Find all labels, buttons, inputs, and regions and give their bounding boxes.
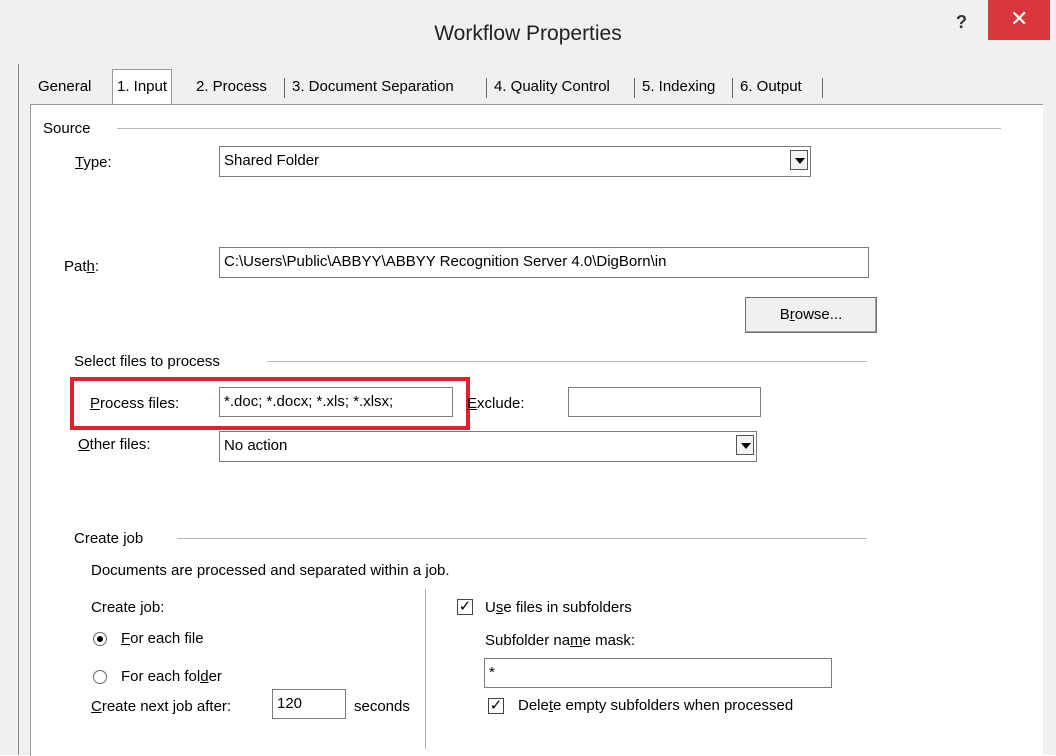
other-files-value: No action <box>224 437 288 454</box>
radio-for-each-file-label[interactable]: For each file <box>121 630 204 647</box>
tab-quality-control[interactable]: 4. Quality Control <box>494 72 610 102</box>
seconds-label: seconds <box>354 698 410 715</box>
column-divider <box>425 589 426 749</box>
next-job-seconds-field[interactable]: 120 <box>272 689 346 719</box>
tab-separator <box>284 78 285 98</box>
process-files-field[interactable]: *.doc; *.docx; *.xls; *.xlsx; <box>219 387 453 417</box>
close-button[interactable]: ✕ <box>988 0 1050 40</box>
help-icon[interactable]: ? <box>956 12 967 33</box>
delete-empty-checkbox[interactable]: ✓ <box>488 698 504 714</box>
source-heading: Source <box>43 120 91 137</box>
tab-process[interactable]: 2. Process <box>196 72 267 102</box>
create-job-heading: Create job <box>74 530 144 547</box>
title-bar: Workflow Properties ? ✕ <box>0 0 1056 64</box>
subfolder-mask-label: Subfolder name mask: <box>485 632 636 649</box>
other-files-label: Other files: <box>78 436 151 453</box>
radio-for-each-file[interactable] <box>93 632 107 646</box>
close-icon: ✕ <box>1010 6 1029 31</box>
subfolder-mask-field[interactable]: * <box>484 658 832 688</box>
window-title: Workflow Properties <box>434 22 622 45</box>
dialog-window: Workflow Properties ? ✕ General 1. Input… <box>0 0 1056 756</box>
process-files-label: Process files: <box>90 395 180 412</box>
chevron-down-icon[interactable] <box>790 150 808 170</box>
tab-page-input: Source Type: Shared Folder Path: C:\User… <box>30 104 1043 756</box>
use-subfolders-label[interactable]: Use files in subfolders <box>485 599 632 616</box>
create-job-label: Create job: <box>91 599 165 616</box>
tab-separator <box>822 78 823 98</box>
type-label: Type: <box>75 154 112 171</box>
tab-document-separation[interactable]: 3. Document Separation <box>292 72 454 102</box>
exclude-label: Exclude: <box>467 395 525 412</box>
path-label: Path: <box>64 258 100 275</box>
radio-for-each-folder-label[interactable]: For each folder <box>121 668 222 685</box>
path-field[interactable]: C:\Users\Public\ABBYY\ABBYY Recognition … <box>219 247 869 278</box>
tab-separator <box>486 78 487 98</box>
radio-for-each-folder[interactable] <box>93 670 107 684</box>
tab-output[interactable]: 6. Output <box>740 72 802 102</box>
tab-separator <box>634 78 635 98</box>
create-job-description: Documents are processed and separated wi… <box>91 562 450 579</box>
type-dropdown[interactable]: Shared Folder <box>219 146 811 177</box>
next-job-label: Create next job after: <box>91 698 232 715</box>
browse-button[interactable]: Browse... <box>745 297 877 333</box>
select-files-heading: Select files to process <box>74 353 220 370</box>
source-divider <box>117 128 1001 129</box>
tab-general[interactable]: General <box>38 72 91 102</box>
type-value: Shared Folder <box>224 152 320 169</box>
other-files-dropdown[interactable]: No action <box>219 431 757 462</box>
delete-empty-label[interactable]: Delete empty subfolders when processed <box>518 697 793 714</box>
tab-input[interactable]: 1. Input <box>112 69 173 104</box>
tab-separator <box>732 78 733 98</box>
exclude-field[interactable] <box>568 387 761 417</box>
create-job-divider <box>177 538 867 539</box>
chevron-down-icon[interactable] <box>736 435 754 455</box>
tab-indexing[interactable]: 5. Indexing <box>642 72 715 102</box>
select-files-divider <box>267 361 867 362</box>
use-subfolders-checkbox[interactable]: ✓ <box>457 599 473 615</box>
